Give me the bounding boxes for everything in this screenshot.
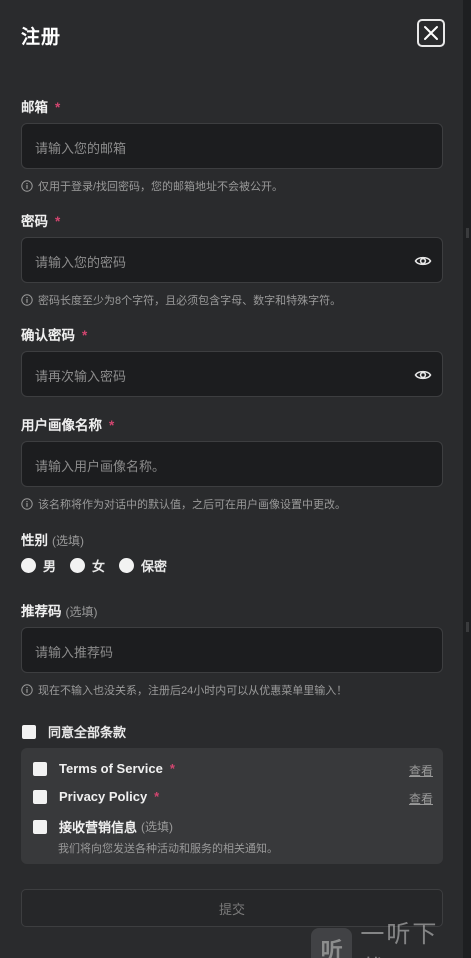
info-icon [21,180,33,192]
referral-label: 推荐码 (选填) [21,604,98,619]
persona-name-label: 用户画像名称 * [21,418,115,433]
view-terms-link[interactable]: 查看 [409,762,433,779]
edge-mark [466,622,469,632]
confirm-password-placeholder: 请再次输入密码 [35,369,127,384]
password-field[interactable]: 请输入您的密码 [21,237,443,283]
required-star: * [55,100,61,115]
watermark-logo: 听 [311,928,353,958]
confirm-password-label: 确认密码 * [21,328,88,343]
gender-options: 男 女 保密 [21,556,181,575]
info-icon [21,684,33,696]
marketing-desc: 我们将向您发送各种活动和服务的相关通知。 [58,843,278,855]
radio-button[interactable] [119,558,135,573]
view-privacy-link[interactable]: 查看 [409,790,433,807]
required-star: * [154,789,160,804]
password-label: 密码 * [21,214,61,229]
email-hint: 仅用于登录/找回密码，您的邮箱地址不会被公开。 [21,178,283,194]
watermark: 听 一听下载 [311,914,463,958]
referral-placeholder: 请输入推荐码 [35,645,114,660]
info-icon [21,498,33,510]
terms-of-service-item[interactable]: Terms of Service * [33,761,175,776]
password-placeholder: 请输入您的密码 [35,255,127,270]
register-panel: 注册 邮箱 * 请输入您的邮箱 仅用于登录/找回密码，您的邮箱地址不会被公开。 密… [0,0,463,958]
close-icon [424,26,438,40]
required-star: * [109,418,115,433]
checkbox[interactable] [33,789,47,804]
edge-mark [466,228,469,238]
scrollbar-track[interactable] [463,0,471,958]
gender-option-female[interactable]: 女 [70,556,105,575]
referral-hint: 现在不输入也没关系，注册后24小时内可以从优惠菜单里输入！ [21,682,347,698]
email-label: 邮箱 * [21,100,61,115]
close-button[interactable] [417,19,445,47]
required-star: * [82,328,88,343]
terms-box: Terms of Service * 查看 Privacy Policy * 查看 … [21,748,443,864]
confirm-password-field[interactable]: 请再次输入密码 [21,351,443,397]
password-hint: 密码长度至少为8个字符，且必须包含字母、数字和特殊字符。 [21,292,341,308]
eye-icon[interactable] [414,252,432,270]
persona-name-hint: 该名称将作为对话中的默认值，之后可在用户画像设置中更改。 [21,496,346,512]
persona-name-field[interactable]: 请输入用户画像名称。 [21,441,443,487]
checkbox[interactable] [33,761,47,776]
checkbox[interactable] [33,819,47,834]
required-star: * [55,214,61,229]
gender-label: 性别 (选填) [21,533,84,548]
persona-name-placeholder: 请输入用户画像名称。 [35,459,166,474]
referral-code-field[interactable]: 请输入推荐码 [21,627,443,673]
gender-option-male[interactable]: 男 [21,556,56,575]
eye-icon[interactable] [414,366,432,384]
gender-option-secret[interactable]: 保密 [119,556,167,575]
checkbox[interactable] [22,724,36,739]
marketing-item[interactable]: 接收营销信息 (选填) [33,817,173,836]
radio-button[interactable] [70,558,86,573]
radio-button[interactable] [21,558,36,573]
required-star: * [169,761,175,776]
agree-all-checkbox[interactable]: 同意全部条款 [22,722,126,741]
page-title: 注册 [21,27,62,48]
info-icon [21,294,33,306]
email-placeholder: 请输入您的邮箱 [35,141,127,156]
watermark-text: 一听下载 [360,921,439,958]
email-field[interactable]: 请输入您的邮箱 [21,123,443,169]
privacy-policy-item[interactable]: Privacy Policy * [33,789,159,804]
